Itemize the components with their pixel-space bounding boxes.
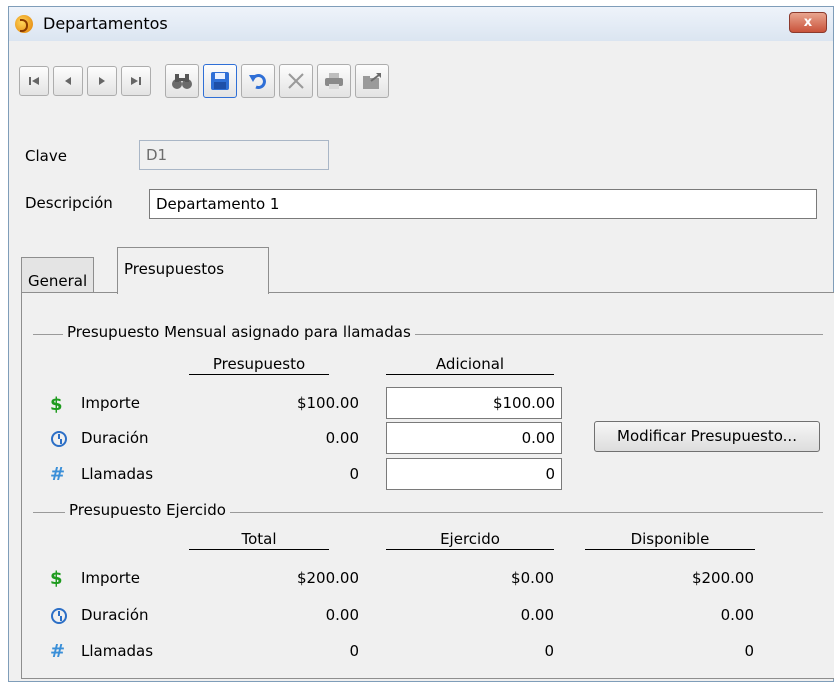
previous-record-icon — [65, 77, 71, 85]
last-record-button[interactable] — [121, 66, 151, 96]
descripcion-field[interactable]: Departamento 1 — [149, 189, 817, 219]
window-title: Departamentos — [43, 14, 168, 33]
title-bar: Departamentos x — [9, 7, 833, 41]
ejercido-importe-total: $200.00 — [296, 569, 359, 587]
delete-button[interactable] — [279, 64, 313, 98]
app-icon — [15, 15, 33, 33]
delete-x-icon — [288, 73, 304, 89]
clave-label: Clave — [25, 147, 67, 165]
mensual-duracion-presupuesto: 0.00 — [325, 429, 359, 447]
print-button[interactable] — [317, 64, 351, 98]
first-record-icon — [29, 77, 39, 85]
ejercido-llamadas-label: Llamadas — [81, 642, 154, 660]
ejercido-duracion-ejercido: 0.00 — [520, 606, 554, 624]
hash-icon: # — [50, 464, 66, 485]
ejercido-col-disponible: Disponible — [585, 529, 755, 550]
floppy-disk-icon — [211, 72, 229, 90]
modificar-presupuesto-button[interactable]: Modificar Presupuesto... — [594, 421, 820, 452]
undo-icon — [249, 74, 266, 89]
ejercido-llamadas-ejercido: 0 — [544, 642, 554, 660]
ejercido-importe-disponible: $200.00 — [691, 569, 754, 587]
mensual-col-adicional: Adicional — [386, 354, 554, 375]
mensual-importe-presupuesto: $100.00 — [296, 394, 359, 412]
tab-general[interactable]: General — [21, 257, 95, 293]
mensual-importe-label: Importe — [81, 394, 141, 412]
departamentos-window: Departamentos x Clave D1 Descripción Dep… — [8, 6, 834, 682]
clock-icon — [51, 431, 67, 447]
tab-presupuestos[interactable]: Presupuestos — [117, 247, 269, 294]
undo-button[interactable] — [241, 64, 275, 98]
descripcion-label: Descripción — [25, 194, 113, 212]
ejercido-llamadas-total: 0 — [349, 642, 359, 660]
previous-record-button[interactable] — [53, 66, 83, 96]
mensual-col-presupuesto: Presupuesto — [189, 354, 329, 375]
first-record-button[interactable] — [19, 66, 49, 96]
ejercido-col-ejercido: Ejercido — [386, 529, 554, 550]
printer-icon — [325, 73, 343, 89]
mensual-section-title: Presupuesto Mensual asignado para llamad… — [63, 323, 415, 341]
binoculars-icon — [172, 74, 192, 89]
ejercido-col-total: Total — [189, 529, 329, 550]
ejercido-llamadas-disponible: 0 — [744, 642, 754, 660]
ejercido-importe-ejercido: $0.00 — [511, 569, 554, 587]
mensual-llamadas-adicional-field[interactable]: 0 — [386, 458, 562, 490]
last-record-icon — [131, 77, 141, 85]
ejercido-duracion-label: Duración — [81, 606, 149, 624]
search-button[interactable] — [165, 64, 199, 98]
ejercido-duracion-disponible: 0.00 — [720, 606, 754, 624]
clock-icon — [51, 608, 67, 624]
ejercido-importe-label: Importe — [81, 569, 141, 587]
ejercido-duracion-total: 0.00 — [325, 606, 359, 624]
dollar-icon: $ — [50, 394, 63, 415]
mensual-llamadas-label: Llamadas — [81, 465, 154, 483]
next-record-icon — [99, 77, 105, 85]
mensual-duracion-adicional-field[interactable]: 0.00 — [386, 422, 562, 454]
export-button[interactable] — [355, 64, 389, 98]
export-icon — [363, 73, 381, 89]
mensual-llamadas-presupuesto: 0 — [349, 465, 359, 483]
hash-icon: # — [50, 641, 66, 662]
clave-field[interactable]: D1 — [139, 140, 329, 170]
next-record-button[interactable] — [87, 66, 117, 96]
mensual-importe-adicional-field[interactable]: $100.00 — [386, 387, 562, 419]
mensual-duracion-label: Duración — [81, 429, 149, 447]
dollar-icon: $ — [50, 568, 63, 589]
close-button[interactable]: x — [789, 12, 827, 33]
ejercido-section-title: Presupuesto Ejercido — [65, 501, 230, 519]
save-button[interactable] — [203, 64, 237, 98]
